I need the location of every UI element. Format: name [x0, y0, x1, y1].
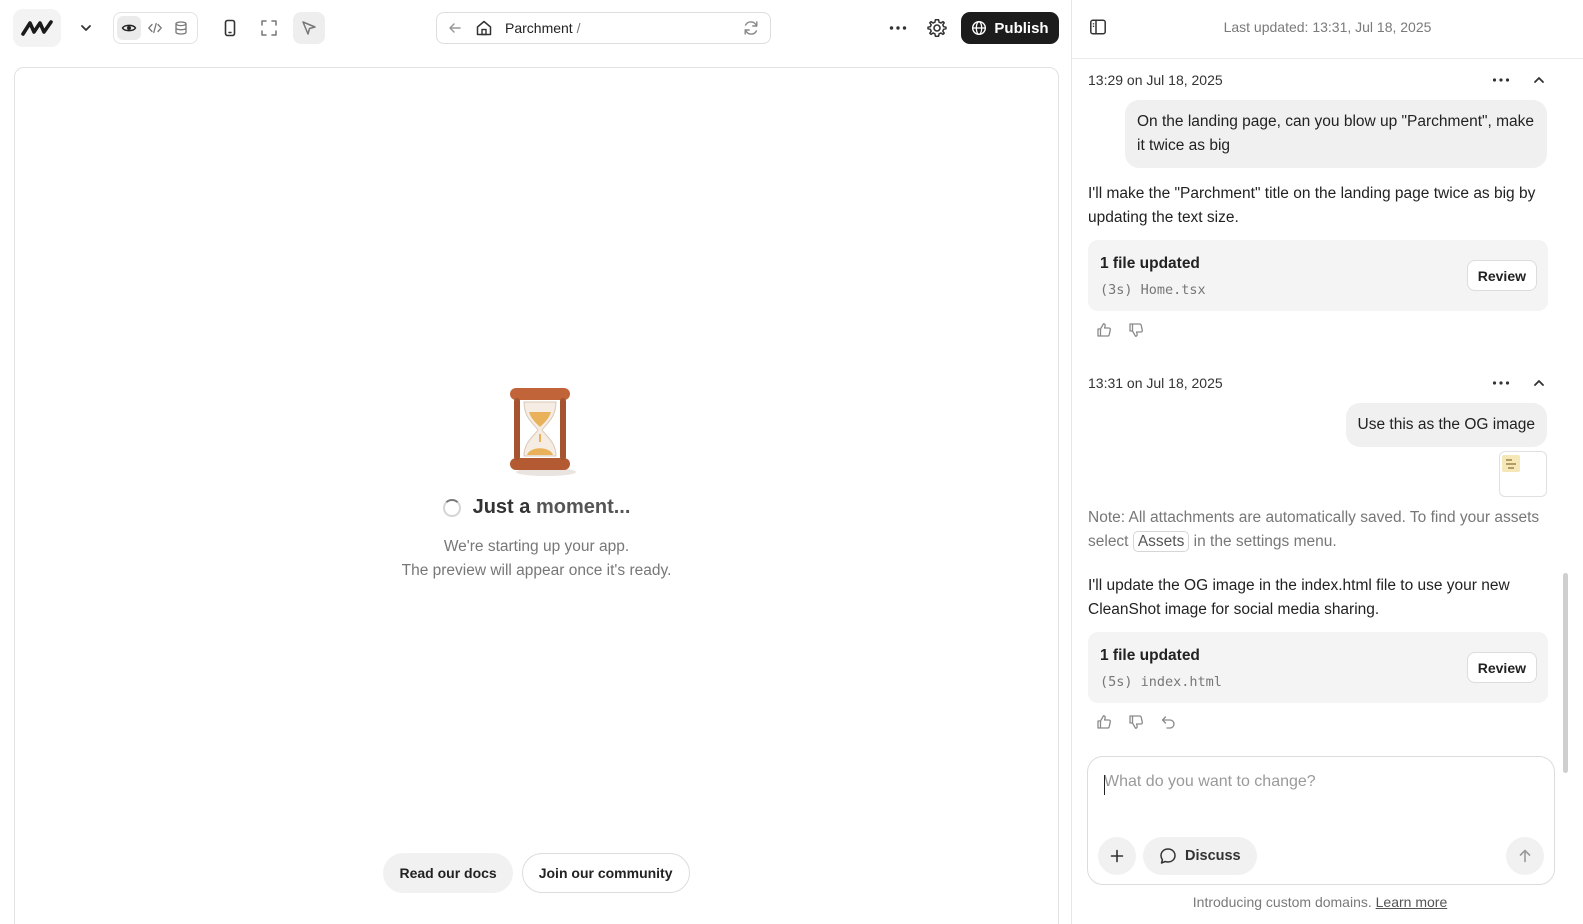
message-input[interactable]	[1104, 773, 1534, 791]
loading-title-bold: Just a	[472, 496, 531, 518]
loading-spinner-icon	[442, 498, 461, 517]
hourglass-icon	[510, 388, 576, 476]
image-attachment-thumbnail[interactable]	[1499, 451, 1547, 497]
thumbs-up-icon[interactable]	[1096, 322, 1112, 338]
chat-panel-header: Last updated: 13:31, Jul 18, 2025	[1072, 0, 1583, 59]
last-updated-text: Last updated: 13:31, Jul 18, 2025	[1223, 19, 1432, 35]
database-icon	[175, 21, 187, 35]
assistant-message: I'll make the "Parchment" title on the l…	[1088, 185, 1536, 226]
chevron-down-icon	[81, 25, 91, 31]
url-path: Parchment	[505, 20, 573, 36]
thumbs-down-icon[interactable]	[1128, 322, 1144, 338]
file-update-card: 1 file updated (5s) index.html Review	[1088, 632, 1548, 703]
settings-button[interactable]	[925, 16, 949, 40]
chat-composer: Discuss	[1087, 756, 1555, 885]
view-mode-switch	[113, 12, 198, 44]
review-button[interactable]: Review	[1466, 652, 1537, 683]
top-toolbar: Parchment / Publish	[0, 0, 1071, 56]
file-card-filename: (5s) index.html	[1100, 674, 1222, 690]
home-icon[interactable]	[475, 19, 493, 37]
refresh-icon[interactable]	[742, 19, 760, 37]
loading-title: Just a moment...	[473, 496, 631, 519]
url-text: Parchment /	[505, 20, 580, 36]
chat-bubble-icon	[1160, 848, 1176, 864]
help-links: Read our docs Join our community	[15, 853, 1058, 893]
project-menu-chevron[interactable]	[76, 18, 96, 38]
send-button[interactable]	[1506, 837, 1544, 875]
app-preview-frame: Just a moment... We're starting up your …	[14, 67, 1059, 924]
mobile-preview-button[interactable]	[219, 17, 241, 39]
globe-icon	[972, 20, 987, 36]
attachment-image-icon	[1502, 455, 1520, 472]
file-update-card: 1 file updated (3s) Home.tsx Review	[1088, 240, 1548, 311]
publish-label: Publish	[994, 19, 1049, 37]
text-caret	[1104, 775, 1105, 795]
announcement-footer: Introducing custom domains. Learn more	[1072, 894, 1568, 910]
database-view-button[interactable]	[169, 16, 193, 40]
message-more-icon[interactable]	[1492, 380, 1510, 386]
gear-icon	[927, 19, 947, 37]
thumbs-down-icon[interactable]	[1128, 714, 1144, 730]
learn-more-link[interactable]: Learn more	[1376, 894, 1448, 910]
message-more-icon[interactable]	[1492, 77, 1510, 83]
fullscreen-icon	[261, 20, 277, 36]
preview-view-button[interactable]	[117, 16, 141, 40]
user-message-bubble: Use this as the OG image	[1345, 403, 1547, 447]
discuss-label: Discuss	[1185, 848, 1241, 864]
user-message-bubble: On the landing page, can you blow up "Pa…	[1125, 100, 1547, 168]
more-horizontal-icon	[889, 26, 907, 30]
collapse-chevron-up-icon[interactable]	[1532, 73, 1546, 87]
code-view-button[interactable]	[143, 16, 167, 40]
collapse-chevron-up-icon[interactable]	[1532, 376, 1546, 390]
plus-icon	[1110, 849, 1124, 863]
cursor-icon	[302, 21, 316, 35]
file-card-title: 1 file updated	[1100, 255, 1200, 272]
url-suffix: /	[576, 20, 581, 36]
message-feedback	[1096, 714, 1176, 730]
chat-scrollbar[interactable]	[1563, 573, 1568, 773]
message-header: 13:31 on Jul 18, 2025	[1088, 373, 1546, 393]
attachment-note: Note: All attachments are automatically …	[1088, 506, 1548, 554]
eye-icon	[121, 24, 137, 32]
announcement-text: Introducing custom domains.	[1192, 894, 1372, 910]
loading-title-rest: moment...	[535, 496, 631, 518]
select-element-button[interactable]	[293, 12, 325, 44]
brand-logo-icon	[21, 20, 53, 36]
more-options-button[interactable]	[886, 17, 910, 39]
back-icon[interactable]	[447, 20, 463, 36]
code-icon	[148, 22, 162, 34]
loading-subtitle-line1: We're starting up your app.	[443, 538, 630, 555]
publish-button[interactable]: Publish	[961, 12, 1059, 44]
loading-heading: Just a moment...	[15, 496, 1058, 519]
review-button[interactable]: Review	[1466, 260, 1537, 291]
message-feedback	[1096, 322, 1144, 338]
note-suffix: in the settings menu.	[1193, 533, 1337, 550]
undo-icon[interactable]	[1160, 714, 1176, 730]
loading-subtitle-line2: The preview will appear once it's ready.	[401, 562, 672, 579]
assistant-message: I'll update the OG image in the index.ht…	[1088, 577, 1510, 618]
message-timestamp: 13:29 on Jul 18, 2025	[1088, 72, 1223, 88]
phone-icon	[224, 19, 236, 37]
read-docs-button[interactable]: Read our docs	[383, 853, 513, 893]
fullscreen-button[interactable]	[258, 17, 280, 39]
chat-thread: 13:29 on Jul 18, 2025 On the landing pag…	[1072, 60, 1568, 760]
arrow-up-icon	[1519, 849, 1531, 863]
message-header: 13:29 on Jul 18, 2025	[1088, 70, 1546, 90]
add-attachment-button[interactable]	[1098, 837, 1136, 875]
file-card-title: 1 file updated	[1100, 647, 1200, 664]
message-timestamp: 13:31 on Jul 18, 2025	[1088, 375, 1223, 391]
join-community-button[interactable]: Join our community	[521, 853, 690, 893]
preview-url-bar[interactable]: Parchment /	[436, 12, 771, 44]
thumbs-up-icon[interactable]	[1096, 714, 1112, 730]
assets-chip: Assets	[1132, 531, 1190, 552]
discuss-button[interactable]: Discuss	[1143, 837, 1257, 875]
file-card-filename: (3s) Home.tsx	[1100, 282, 1206, 298]
brand-logo-button[interactable]	[13, 9, 61, 47]
